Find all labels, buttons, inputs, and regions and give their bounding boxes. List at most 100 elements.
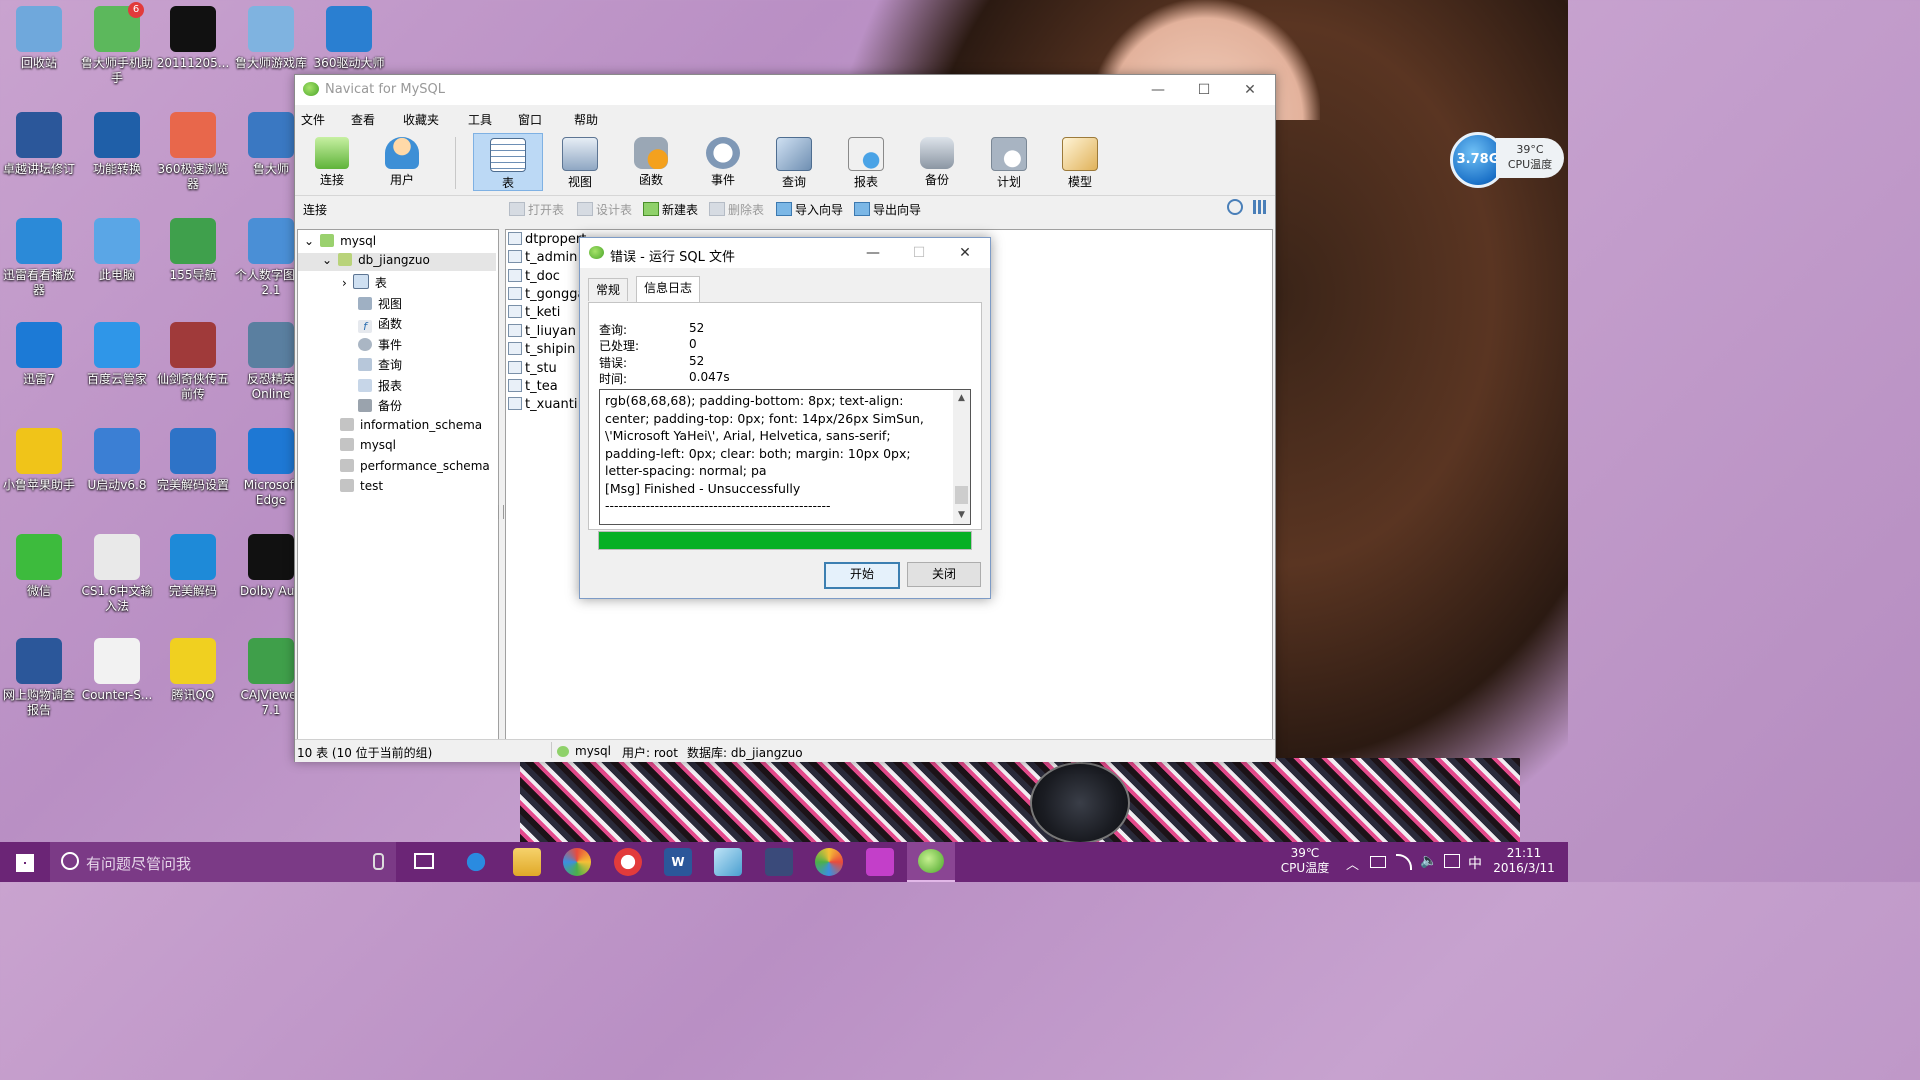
import-wizard-button[interactable]: 导入向导 <box>776 201 843 218</box>
export-wizard-button[interactable]: 导出向导 <box>854 201 921 218</box>
table-item[interactable]: t_stu <box>508 361 557 376</box>
desktop-icon[interactable]: 完美解码设置 <box>154 428 232 493</box>
show-hidden-icons-icon[interactable]: ︿ <box>1346 854 1359 873</box>
desktop-icon[interactable]: 鲁大师游戏库 <box>232 6 310 71</box>
table-item[interactable]: t_gongga <box>508 287 586 302</box>
taskbar-edge-icon[interactable] <box>462 848 490 876</box>
toolbar-function-button[interactable]: 函数 <box>616 133 686 191</box>
menu-view[interactable]: 查看 <box>351 111 375 128</box>
tab-message-log[interactable]: 信息日志 <box>636 276 701 302</box>
delete-table-button[interactable]: 删除表 <box>709 201 764 218</box>
log-textarea[interactable]: rgb(68,68,68); padding-bottom: 8px; text… <box>599 389 971 525</box>
tree-item-backups[interactable]: 备份 <box>358 397 402 414</box>
taskbar-word-icon[interactable]: W <box>664 848 692 876</box>
dialog-minimize-button[interactable]: — <box>850 238 896 268</box>
task-view-icon[interactable] <box>414 853 434 869</box>
table-item[interactable]: t_keti <box>508 305 560 320</box>
tree-item-views[interactable]: 视图 <box>358 295 402 312</box>
tree-item-functions[interactable]: f 函数 <box>358 315 402 333</box>
desktop-icon[interactable]: 6 鲁大师手机助手 <box>78 2 156 86</box>
taskbar-360-browser-icon[interactable] <box>563 848 591 876</box>
close-dialog-button[interactable]: 关闭 <box>907 562 981 587</box>
table-item[interactable]: t_tea <box>508 379 558 394</box>
desktop-icon[interactable]: 卓越讲坛修订 <box>0 112 78 177</box>
toolbar-event-button[interactable]: 事件 <box>688 133 758 191</box>
tree-item-queries[interactable]: 查询 <box>358 356 402 373</box>
taskbar-navicat-button[interactable] <box>907 842 955 882</box>
start-button-icon[interactable] <box>16 854 34 872</box>
toolbar-user-button[interactable]: 用户 <box>367 133 437 191</box>
desktop-icon[interactable]: 此电脑 <box>78 218 156 283</box>
design-table-button[interactable]: 设计表 <box>577 201 632 218</box>
tree-item-tables[interactable]: › 表 <box>342 274 387 291</box>
scroll-up-icon[interactable]: ▲ <box>953 390 970 406</box>
taskbar-file-explorer-icon[interactable] <box>513 848 541 876</box>
volume-icon[interactable]: 🔈 <box>1420 853 1437 869</box>
tree-item-information-schema[interactable]: information_schema <box>340 418 482 432</box>
desktop-icon[interactable]: 网上购物调查报告 <box>0 638 78 718</box>
desktop-icon[interactable]: Counter-S... <box>78 638 156 703</box>
desktop-icon[interactable]: 360驱动大师 <box>310 6 388 71</box>
toolbar-connect-button[interactable]: 连接 <box>297 133 367 191</box>
wifi-icon[interactable] <box>1396 854 1412 870</box>
cortana-search-box[interactable]: 有问题尽管问我 <box>50 842 396 882</box>
search-icon[interactable] <box>1227 199 1243 215</box>
desktop-icon[interactable]: 百度云管家 <box>78 322 156 387</box>
toolbar-query-button[interactable]: 查询 <box>759 133 829 191</box>
toolbar-model-button[interactable]: 模型 <box>1045 133 1115 191</box>
tree-item-performance-schema[interactable]: performance_schema <box>340 459 490 473</box>
table-item[interactable]: t_shipin <box>508 342 575 357</box>
taskbar-netease-music-icon[interactable] <box>614 848 642 876</box>
table-item[interactable]: t_liuyan <box>508 324 576 339</box>
desktop-icon[interactable]: 360极速浏览器 <box>154 112 232 192</box>
close-button[interactable]: ✕ <box>1227 75 1273 105</box>
tree-item-mysql-db[interactable]: mysql <box>340 438 396 452</box>
tree-item-events[interactable]: 事件 <box>358 336 402 353</box>
desktop-icon[interactable]: 微信 <box>0 534 78 599</box>
menu-file[interactable]: 文件 <box>301 111 325 128</box>
taskbar-pen-app-icon[interactable] <box>765 848 793 876</box>
collapse-arrow-icon[interactable]: › <box>342 276 347 290</box>
tree-item-test[interactable]: test <box>340 479 383 493</box>
tree-item-reports[interactable]: 报表 <box>358 377 402 394</box>
clock[interactable]: 21:11 2016/3/11 <box>1490 846 1558 876</box>
start-button[interactable]: 开始 <box>824 562 900 589</box>
toolbar-view-button[interactable]: 视图 <box>545 133 615 191</box>
minimize-button[interactable]: — <box>1135 75 1181 105</box>
toolbar-report-button[interactable]: 报表 <box>831 133 901 191</box>
desktop-icon[interactable]: 腾讯QQ <box>154 638 232 703</box>
desktop-icon[interactable]: 完美解码 <box>154 534 232 599</box>
toolbar-backup-button[interactable]: 备份 <box>902 133 972 191</box>
scroll-thumb[interactable] <box>955 486 968 504</box>
ime-indicator[interactable]: 中 <box>1468 853 1482 873</box>
menu-window[interactable]: 窗口 <box>518 111 542 128</box>
maximize-button[interactable]: ☐ <box>1181 75 1227 105</box>
tray-cpu-temp[interactable]: 39℃ CPU温度 <box>1276 846 1334 876</box>
table-item[interactable]: t_doc <box>508 269 560 284</box>
notification-icon[interactable] <box>1444 854 1460 868</box>
table-item[interactable]: dtpropert <box>508 232 586 247</box>
menu-tools[interactable]: 工具 <box>468 111 492 128</box>
expand-arrow-icon[interactable]: ⌄ <box>304 234 314 248</box>
menu-help[interactable]: 帮助 <box>574 111 598 128</box>
dialog-close-button[interactable]: ✕ <box>942 238 988 268</box>
splitter-handle[interactable] <box>498 505 504 519</box>
desktop-icon[interactable]: 小鲁苹果助手 <box>0 428 78 493</box>
dialog-title-bar[interactable]: 错误 - 运行 SQL 文件 — ☐ ✕ <box>580 238 990 268</box>
title-bar[interactable]: Navicat for MySQL — ☐ ✕ <box>295 75 1275 105</box>
desktop-icon[interactable]: 仙剑奇侠传五前传 <box>154 322 232 402</box>
desktop-icon[interactable]: 功能转换 <box>78 112 156 177</box>
taskbar-settings-icon[interactable] <box>866 848 894 876</box>
desktop-icon[interactable]: 迅雷看看播放器 <box>0 218 78 298</box>
expand-arrow-icon[interactable]: ⌄ <box>322 253 332 267</box>
taskbar-paint-icon[interactable] <box>815 848 843 876</box>
desktop-icon[interactable]: CS1.6中文输入法 <box>78 534 156 614</box>
menu-favorites[interactable]: 收藏夹 <box>403 111 439 128</box>
table-item[interactable]: t_admin <box>508 250 577 265</box>
open-table-button[interactable]: 打开表 <box>509 201 564 218</box>
grid-view-icon[interactable] <box>1253 200 1267 214</box>
log-scrollbar[interactable]: ▲ ▼ <box>953 390 970 524</box>
toolbar-table-button[interactable]: 表 <box>473 133 543 191</box>
desktop-icon[interactable]: 155导航 <box>154 218 232 283</box>
scroll-down-icon[interactable]: ▼ <box>953 507 970 523</box>
